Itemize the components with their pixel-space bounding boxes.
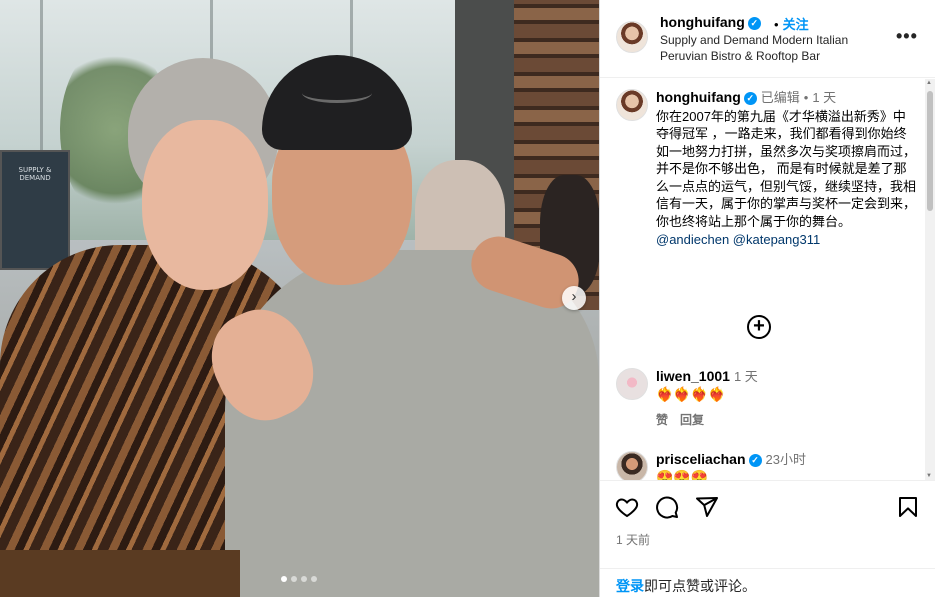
load-more-comments-icon[interactable]: + [747,315,771,339]
follow-button[interactable]: • 关注 [774,14,809,33]
login-prompt-text: 即可点赞或评论。 [644,578,756,594]
commenter-username[interactable]: liwen_1001 [656,368,730,384]
verified-badge-icon: ✓ [747,17,761,30]
comments-scroll-area[interactable]: honghuifang ✓ 已编辑 • 1 天 你在2007年的第九届《才华横溢出新秀》… [600,79,935,480]
separator-dot: • [774,17,779,32]
verified-badge-icon: ✓ [743,92,757,105]
comment-body: prisceliachan ✓ 23小时 😍😍😍 [656,451,906,480]
comment-time[interactable]: 23小时 [766,452,806,467]
table [0,550,240,597]
caption-username[interactable]: honghuifang [656,89,741,105]
caption-text: 你在2007年的第九届《才华横溢出新秀》中夺得冠军 ，一路走来，我们都看得到你始… [656,108,917,229]
restaurant-sign: SUPPLY & DEMAND [0,150,70,270]
carousel-next-button[interactable]: › [562,286,586,310]
edited-label: 已编辑 [760,90,800,105]
post-header: honghuifang ✓ • 关注 Supply and Demand Moder… [600,0,935,78]
comment-icon[interactable] [655,495,681,521]
carousel-dot [281,576,287,582]
post-photo[interactable]: SUPPLY & DEMAND › [0,0,599,597]
cap-logo [302,83,372,103]
caption-body: honghuifang ✓ 已编辑 • 1 天 你在2007年的第九届《才华横溢出新秀》… [656,89,918,249]
scroll-up-icon[interactable]: ▲ [926,80,932,86]
heart-icon[interactable] [615,495,641,521]
carousel-dot [301,576,307,582]
comment-body: liwen_1001 1 天 ❤️‍🔥❤️‍🔥❤️‍🔥❤️‍🔥 赞回复 [656,368,906,429]
more-options-icon[interactable]: ••• [896,26,918,47]
follow-label: 关注 [782,17,809,32]
woman-face [142,120,268,290]
author-avatar[interactable] [616,21,648,53]
separator-dot: • [803,90,809,105]
commenter-username[interactable]: prisceliachan [656,451,746,467]
restaurant-sign-text: SUPPLY & DEMAND [18,166,52,182]
login-link[interactable]: 登录 [616,578,644,594]
scrollbar-thumb[interactable] [927,91,933,211]
caption-avatar[interactable] [616,89,648,121]
commenter-avatar[interactable] [616,368,648,400]
carousel-dot [311,576,317,582]
location-link[interactable]: Supply and Demand Modern Italian Peruvia… [660,32,890,64]
carousel-dot [291,576,297,582]
commenter-avatar[interactable] [616,451,648,480]
scroll-down-icon[interactable]: ▼ [926,473,932,479]
author-username[interactable]: honghuifang [660,14,745,30]
post-date[interactable]: 1 天前 [616,531,650,548]
scrollbar[interactable]: ▲ ▼ [925,79,935,480]
bookmark-icon[interactable] [896,495,922,521]
author-username-row: honghuifang ✓ [660,14,761,30]
caption-time[interactable]: 1 天 [812,90,836,105]
post-side-panel: honghuifang ✓ • 关注 Supply and Demand Moder… [599,0,935,597]
post-actions: 1 天前 登录即可点赞或评论。 [600,480,935,597]
caption-mentions[interactable]: @andiechen @katepang311 [656,231,918,249]
comment-like-button[interactable]: 赞 [656,413,668,427]
share-icon[interactable] [695,495,721,521]
verified-badge-icon: ✓ [748,454,762,467]
comment-reply-button[interactable]: 回复 [680,413,704,427]
login-prompt: 登录即可点赞或评论。 [600,568,935,597]
comment-actions: 赞回复 [656,412,906,429]
comment-text: 😍😍😍 [656,469,709,480]
comment-text: ❤️‍🔥❤️‍🔥❤️‍🔥❤️‍🔥 [656,386,726,402]
carousel-dots [281,576,317,582]
comment-time[interactable]: 1 天 [734,369,758,384]
